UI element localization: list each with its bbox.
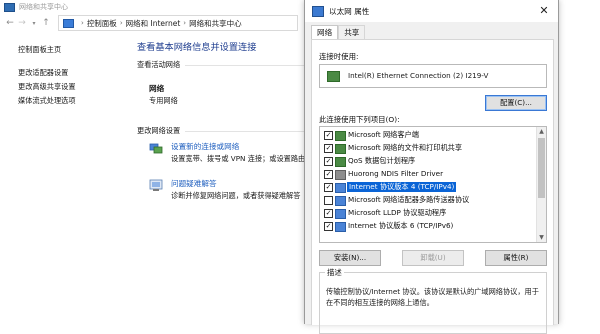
list-item[interactable]: ✓ Microsoft 网络的文件和打印机共享 bbox=[323, 142, 534, 155]
properties-button[interactable]: 属性(R) bbox=[485, 250, 547, 266]
checkbox[interactable]: ✓ bbox=[324, 209, 333, 218]
list-item-label: Huorong NDIS Filter Driver bbox=[348, 169, 444, 178]
divider bbox=[185, 65, 305, 66]
divider bbox=[185, 131, 305, 132]
list-item[interactable]: ✓ QoS 数据包计划程序 bbox=[323, 155, 534, 168]
checkbox[interactable]: ✓ bbox=[324, 170, 333, 179]
breadcrumb-control-panel[interactable]: 控制面板 bbox=[87, 18, 117, 29]
nav-media-streaming[interactable]: 媒体流式处理选项 bbox=[18, 94, 118, 108]
setup-connection-link[interactable]: 设置新的连接或网络 bbox=[171, 141, 239, 152]
dialog-titlebar[interactable]: 以太网 属性 ✕ bbox=[305, 0, 558, 22]
network-type: 专用网络 bbox=[149, 96, 178, 105]
components-list[interactable]: ✓ Microsoft 网络客户端 ✓ Microsoft 网络的文件和打印机共… bbox=[319, 126, 547, 243]
checkbox[interactable]: ✓ bbox=[324, 144, 333, 153]
connect-using-label: 连接时使用: bbox=[319, 52, 359, 61]
checkbox[interactable]: ✓ bbox=[324, 131, 333, 140]
checkbox[interactable]: ✓ bbox=[324, 157, 333, 166]
adapter-field: Intel(R) Ethernet Connection (2) I219-V bbox=[319, 64, 547, 88]
protocol-icon bbox=[335, 183, 346, 193]
troubleshoot-desc: 诊断并修复网络问题，或者获得疑难解答 bbox=[171, 191, 301, 200]
list-item-label: Internet 协议版本 6 (TCP/IPv6) bbox=[348, 221, 454, 230]
scroll-up-icon[interactable]: ▲ bbox=[537, 127, 546, 136]
list-item-label: Microsoft 网络客户端 bbox=[348, 130, 419, 139]
address-bar: ← → ▾ ↑ › 控制面板 › 网络和 Internet › 网络和共享中心 bbox=[0, 14, 305, 32]
recent-dropdown-icon[interactable]: ▾ bbox=[28, 20, 40, 27]
breadcrumb-sharing-center[interactable]: 网络和共享中心 bbox=[189, 18, 242, 29]
change-settings-label: 更改网络设置 bbox=[137, 126, 181, 135]
network-name: 网络 bbox=[149, 84, 165, 93]
nav-control-panel-home[interactable]: 控制面板主页 bbox=[18, 43, 118, 57]
ethernet-icon bbox=[312, 5, 324, 17]
network-client-icon bbox=[335, 131, 346, 141]
up-arrow-icon[interactable]: ↑ bbox=[40, 18, 52, 28]
control-panel-icon bbox=[63, 18, 74, 28]
list-item[interactable]: ✓ Microsoft 网络客户端 bbox=[323, 129, 534, 142]
network-tab-panel: 连接时使用: Intel(R) Ethernet Connection (2) … bbox=[311, 39, 554, 334]
bg-titlebar: 网络和共享中心 bbox=[0, 0, 300, 14]
list-item-label: QoS 数据包计划程序 bbox=[348, 156, 416, 165]
list-item-label: Microsoft LLDP 协议驱动程序 bbox=[348, 208, 447, 217]
qos-icon bbox=[335, 157, 346, 167]
protocol-icon bbox=[335, 196, 346, 206]
description-text: 传输控制协议/Internet 协议。该协议是默认的广域网络协议，用于在不同的相… bbox=[326, 287, 539, 307]
tab-sharing[interactable]: 共享 bbox=[338, 25, 366, 40]
configure-button[interactable]: 配置(C)... bbox=[485, 95, 547, 111]
list-item-label: Internet 协议版本 4 (TCP/IPv4) bbox=[347, 182, 457, 192]
forward-arrow-icon[interactable]: → bbox=[16, 18, 28, 28]
list-scrollbar[interactable]: ▲ ▼ bbox=[536, 127, 546, 242]
scroll-down-icon[interactable]: ▼ bbox=[537, 233, 546, 242]
tab-bar: 网络 共享 bbox=[311, 25, 366, 41]
chevron-right-icon: › bbox=[183, 19, 187, 27]
nav-change-adapter-settings[interactable]: 更改适配器设置 bbox=[18, 66, 118, 80]
chevron-right-icon: › bbox=[119, 19, 123, 27]
nav-change-advanced-sharing[interactable]: 更改高级共享设置 bbox=[18, 80, 118, 94]
active-networks-label: 查看活动网络 bbox=[137, 60, 181, 69]
close-icon[interactable]: ✕ bbox=[530, 0, 558, 22]
back-arrow-icon[interactable]: ← bbox=[4, 18, 16, 28]
scrollbar-thumb[interactable] bbox=[538, 138, 545, 198]
network-center-icon bbox=[4, 2, 15, 12]
components-label: 此连接使用下列项目(O): bbox=[319, 115, 400, 124]
breadcrumb[interactable]: › 控制面板 › 网络和 Internet › 网络和共享中心 bbox=[58, 15, 298, 31]
protocol-icon bbox=[335, 209, 346, 219]
new-connection-icon bbox=[149, 142, 164, 155]
list-item-selected[interactable]: ✓ Internet 协议版本 4 (TCP/IPv4) bbox=[323, 181, 534, 194]
description-group: 描述 传输控制协议/Internet 协议。该协议是默认的广域网络协议，用于在不… bbox=[319, 267, 547, 334]
setup-connection-desc: 设置宽带、拨号或 VPN 连接；或设置路由 bbox=[171, 154, 306, 163]
list-item-label: Microsoft 网络的文件和打印机共享 bbox=[348, 143, 463, 152]
adapter-name: Intel(R) Ethernet Connection (2) I219-V bbox=[348, 71, 489, 80]
list-item-label: Microsoft 网络适配器多路传送器协议 bbox=[348, 195, 470, 204]
checkbox[interactable]: ✓ bbox=[324, 183, 333, 192]
list-item[interactable]: ✓ Huorong NDIS Filter Driver bbox=[323, 168, 534, 181]
filter-driver-icon bbox=[335, 170, 346, 180]
page-title: 查看基本网络信息并设置连接 bbox=[137, 42, 257, 53]
description-legend: 描述 bbox=[325, 267, 344, 278]
checkbox[interactable]: ✓ bbox=[324, 222, 333, 231]
list-item[interactable]: ✓ Internet 协议版本 6 (TCP/IPv6) bbox=[323, 220, 534, 233]
protocol-icon bbox=[335, 222, 346, 232]
file-share-icon bbox=[335, 144, 346, 154]
left-navigation: 控制面板主页 更改适配器设置 更改高级共享设置 媒体流式处理选项 bbox=[18, 43, 118, 108]
chevron-right-icon: › bbox=[81, 19, 84, 27]
checkbox[interactable] bbox=[324, 196, 333, 205]
list-item[interactable]: Microsoft 网络适配器多路传送器协议 bbox=[323, 194, 534, 207]
troubleshoot-icon bbox=[149, 179, 164, 192]
dialog-title: 以太网 属性 bbox=[329, 6, 370, 16]
network-adapter-icon bbox=[327, 71, 340, 82]
troubleshoot-link[interactable]: 问题疑难解答 bbox=[171, 178, 217, 189]
ethernet-properties-dialog: 以太网 属性 ✕ 网络 共享 连接时使用: Intel(R) Ethernet … bbox=[304, 0, 559, 334]
list-item[interactable]: ✓ Microsoft LLDP 协议驱动程序 bbox=[323, 207, 534, 220]
bg-window-title: 网络和共享中心 bbox=[19, 3, 68, 11]
uninstall-button: 卸载(U) bbox=[402, 250, 464, 266]
breadcrumb-network-internet[interactable]: 网络和 Internet bbox=[126, 18, 181, 29]
install-button[interactable]: 安装(N)... bbox=[319, 250, 381, 266]
